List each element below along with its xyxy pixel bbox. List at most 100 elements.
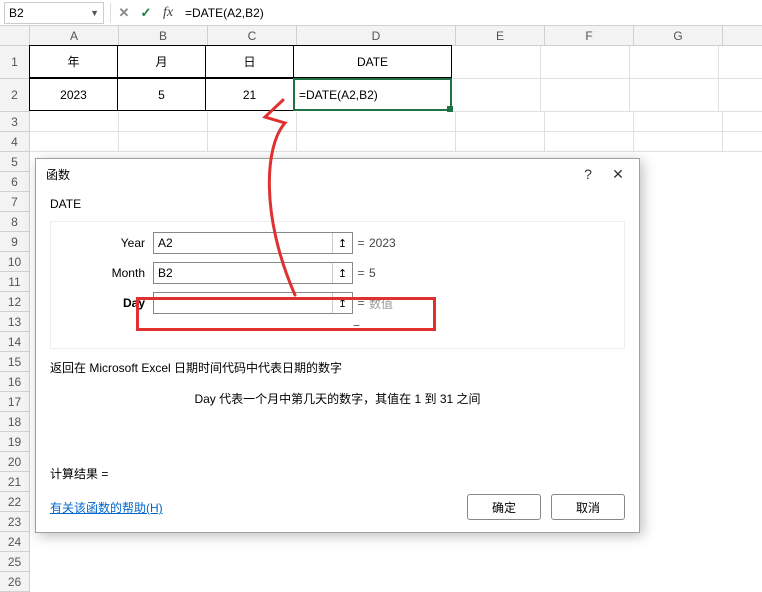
arg-label: Year [61,236,153,250]
cell[interactable] [119,132,208,152]
cell[interactable] [630,46,719,79]
cell[interactable] [30,112,119,132]
cell[interactable] [456,132,545,152]
month-input[interactable] [154,266,332,280]
col-header[interactable]: F [545,26,634,46]
arg-input-wrap: ↥ [153,292,353,314]
ok-button[interactable]: 确定 [467,494,541,520]
cell[interactable] [545,132,634,152]
select-all-corner[interactable] [0,26,30,46]
cell[interactable] [719,79,762,112]
row-header[interactable]: 6 [0,172,30,192]
row-header[interactable]: 8 [0,212,30,232]
cell[interactable] [456,112,545,132]
row-header[interactable]: 4 [0,132,30,152]
cell[interactable] [630,79,719,112]
name-box-value: B2 [9,6,24,20]
cell[interactable]: DATE [293,45,452,78]
row-header[interactable]: 17 [0,392,30,412]
row-header[interactable]: 26 [0,572,30,592]
collapse-dialog-icon[interactable]: ↥ [332,233,352,253]
help-link[interactable]: 有关该函数的帮助(H) [50,499,163,516]
row-header[interactable]: 5 [0,152,30,172]
row-header[interactable]: 10 [0,252,30,272]
cell[interactable] [208,132,297,152]
col-header[interactable]: H [723,26,762,46]
cell[interactable] [719,46,762,79]
cell[interactable] [541,79,630,112]
row-header[interactable]: 16 [0,372,30,392]
formula-input[interactable]: =DATE(A2,B2) [179,6,762,20]
row-header[interactable]: 2 [0,79,30,112]
function-name: DATE [50,197,625,211]
year-input[interactable] [154,236,332,250]
cell[interactable]: 21 [205,78,294,111]
cell[interactable] [452,79,541,112]
cell[interactable] [119,112,208,132]
fx-button[interactable]: fx [157,2,179,24]
formula-bar: B2 ▼ ✕ ✓ fx =DATE(A2,B2) [0,0,762,26]
cell[interactable]: 2023 [29,78,118,111]
help-button[interactable]: ? [573,161,603,187]
row-header[interactable]: 14 [0,332,30,352]
cell[interactable] [723,132,762,152]
cell[interactable] [297,112,456,132]
cancel-formula-button[interactable]: ✕ [113,2,135,24]
row-header[interactable]: 22 [0,492,30,512]
row-header[interactable]: 11 [0,272,30,292]
cell[interactable]: 月 [117,45,206,78]
day-input[interactable] [154,296,332,310]
equals-label: = [353,296,369,310]
col-header[interactable]: C [208,26,297,46]
arg-row-year: Year ↥ = 2023 [61,230,614,256]
arg-row-day: Day ↥ = 数值 [61,290,614,316]
row-header[interactable]: 24 [0,532,30,552]
col-header[interactable]: A [30,26,119,46]
cell[interactable]: 5 [117,78,206,111]
collapse-dialog-icon[interactable]: ↥ [332,263,352,283]
row-header[interactable]: 25 [0,552,30,572]
cell[interactable] [452,46,541,79]
arg-input-wrap: ↥ [153,262,353,284]
cell[interactable]: 年 [29,45,118,78]
cell[interactable] [634,132,723,152]
column-headers: A B C D E F G H [30,26,762,46]
row-header[interactable]: 21 [0,472,30,492]
cell[interactable] [208,112,297,132]
equals-label: = [353,236,369,250]
cell[interactable]: 日 [205,45,294,78]
confirm-formula-button[interactable]: ✓ [135,2,157,24]
row-header[interactable]: 7 [0,192,30,212]
cell[interactable] [723,112,762,132]
cancel-button[interactable]: 取消 [551,494,625,520]
row-header[interactable]: 15 [0,352,30,372]
cell[interactable] [545,112,634,132]
row-header[interactable]: 23 [0,512,30,532]
col-header[interactable]: G [634,26,723,46]
collapse-dialog-icon[interactable]: ↥ [332,293,352,313]
cell[interactable] [634,112,723,132]
col-header[interactable]: D [297,26,456,46]
cell[interactable] [297,132,456,152]
col-header[interactable]: B [119,26,208,46]
row-header[interactable]: 18 [0,412,30,432]
table-row: 年 月 日 DATE [30,46,762,79]
chevron-down-icon[interactable]: ▼ [90,8,99,18]
arg-result: 2023 [369,236,396,250]
row-header[interactable]: 9 [0,232,30,252]
row-header[interactable]: 20 [0,452,30,472]
row-header[interactable]: 19 [0,432,30,452]
name-box[interactable]: B2 ▼ [4,2,104,24]
argument-description: Day 代表一个月中第几天的数字，其值在 1 到 31 之间 [50,390,625,407]
cell[interactable] [30,132,119,152]
col-header[interactable]: E [456,26,545,46]
active-cell[interactable]: =DATE(A2,B2) [293,78,452,111]
row-header[interactable]: 12 [0,292,30,312]
row-header[interactable]: 13 [0,312,30,332]
row-header[interactable]: 3 [0,112,30,132]
row-header[interactable]: 1 [0,46,30,79]
cell[interactable] [541,46,630,79]
close-button[interactable]: ✕ [603,161,633,187]
function-arguments-dialog: 函数 ? ✕ DATE Year ↥ = 2023 Month ↥ = [35,158,640,533]
dialog-titlebar[interactable]: 函数 ? ✕ [36,159,639,189]
